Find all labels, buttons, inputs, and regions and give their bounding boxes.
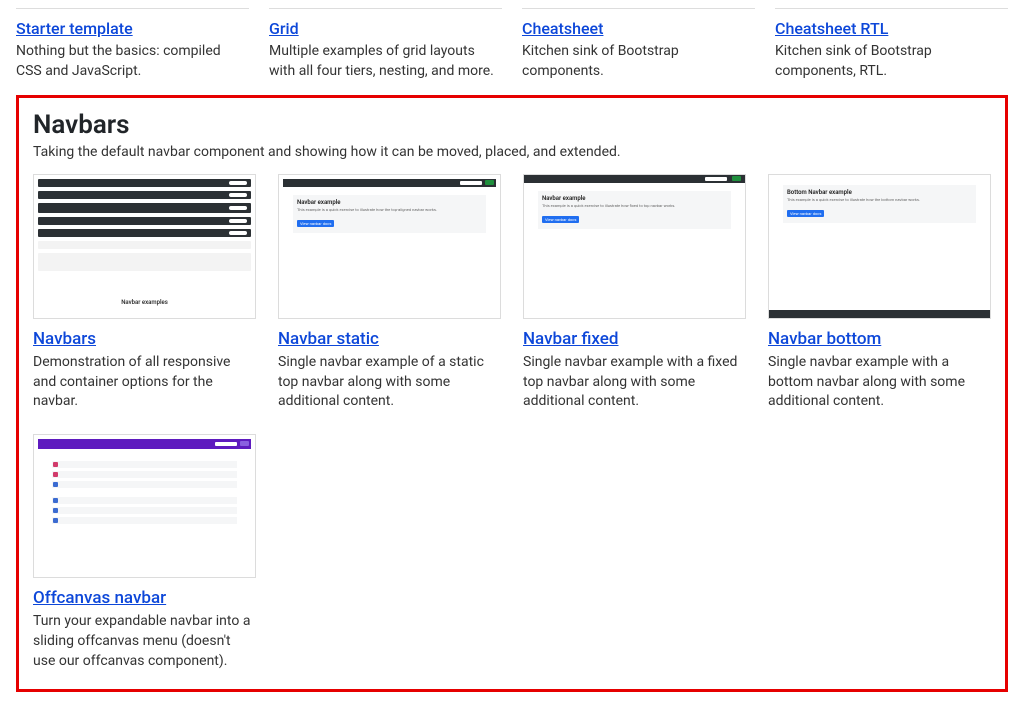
top-links-row: Starter template Nothing but the basics:… [16, 0, 1008, 81]
starter-template-link[interactable]: Starter template [16, 19, 133, 38]
card-desc: Single navbar example of a static top na… [278, 353, 501, 412]
thumb-text: This example is a quick exercise to illu… [542, 204, 727, 209]
top-link-item: Cheatsheet Kitchen sink of Bootstrap com… [522, 6, 755, 81]
thumb-button: View navbar docs [787, 210, 824, 217]
thumbnail-navbar-fixed[interactable]: Navbar example This example is a quick e… [523, 174, 746, 319]
link-desc: Multiple examples of grid layouts with a… [269, 42, 502, 81]
divider [775, 8, 1008, 9]
example-card-navbar-fixed: Navbar example This example is a quick e… [523, 174, 746, 412]
top-link-item: Cheatsheet RTL Kitchen sink of Bootstrap… [775, 6, 1008, 81]
thumb-heading: Navbar example [297, 199, 482, 206]
navbar-static-link[interactable]: Navbar static [278, 329, 379, 349]
navbar-bottom-link[interactable]: Navbar bottom [768, 329, 881, 349]
thumbnail-offcanvas-navbar[interactable] [33, 434, 256, 579]
thumb-button: View navbar docs [297, 220, 334, 227]
card-desc: Single navbar example with a bottom navb… [768, 353, 991, 412]
navbar-fixed-link[interactable]: Navbar fixed [523, 329, 619, 349]
cheatsheet-link[interactable]: Cheatsheet [522, 19, 603, 38]
card-desc: Single navbar example with a fixed top n… [523, 353, 746, 412]
thumb-text: This example is a quick exercise to illu… [297, 208, 482, 213]
divider [522, 8, 755, 9]
link-desc: Kitchen sink of Bootstrap components, RT… [775, 42, 1008, 81]
link-desc: Kitchen sink of Bootstrap components. [522, 42, 755, 81]
navbars-section: Navbars Taking the default navbar compon… [16, 95, 1008, 692]
thumb-text: This example is a quick exercise to illu… [787, 198, 972, 203]
card-desc: Demonstration of all responsive and cont… [33, 353, 256, 412]
top-link-item: Grid Multiple examples of grid layouts w… [269, 6, 502, 81]
example-card-offcanvas-navbar: Offcanvas navbar Turn your expandable na… [33, 434, 256, 672]
thumb-heading: Bottom Navbar example [787, 189, 972, 196]
top-link-item: Starter template Nothing but the basics:… [16, 6, 249, 81]
thumb-button: View navbar docs [542, 216, 579, 223]
offcanvas-navbar-link[interactable]: Offcanvas navbar [33, 588, 166, 608]
thumbnail-navbar-static[interactable]: Navbar example This example is a quick e… [278, 174, 501, 319]
example-card-navbars: Navbar examples Navbars Demonstration of… [33, 174, 256, 412]
navbars-link[interactable]: Navbars [33, 329, 96, 349]
section-heading: Navbars [33, 110, 991, 140]
thumbnail-navbar-bottom[interactable]: Bottom Navbar example This example is a … [768, 174, 991, 319]
divider [269, 8, 502, 9]
example-card-navbar-static: Navbar example This example is a quick e… [278, 174, 501, 412]
divider [16, 8, 249, 9]
thumbnail-navbars[interactable]: Navbar examples [33, 174, 256, 319]
thumb-label: Navbar examples [34, 299, 255, 306]
thumb-heading: Navbar example [542, 195, 727, 202]
grid-link[interactable]: Grid [269, 19, 299, 38]
link-desc: Nothing but the basics: compiled CSS and… [16, 42, 249, 81]
section-subheading: Taking the default navbar component and … [33, 144, 991, 160]
cheatsheet-rtl-link[interactable]: Cheatsheet RTL [775, 19, 888, 38]
card-desc: Turn your expandable navbar into a slidi… [33, 612, 256, 671]
example-card-navbar-bottom: Bottom Navbar example This example is a … [768, 174, 991, 412]
examples-grid: Navbar examples Navbars Demonstration of… [33, 174, 991, 671]
